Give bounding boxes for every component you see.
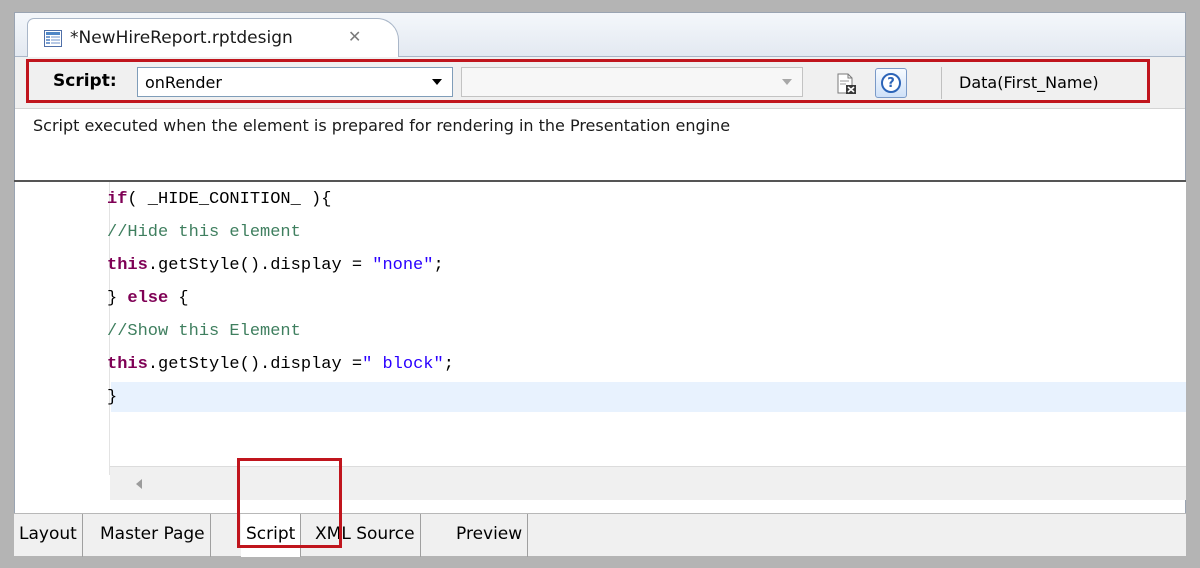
report-design-icon	[44, 30, 62, 47]
editor-tab-title: *NewHireReport.rptdesign	[70, 28, 293, 48]
editor-tab-strip: *NewHireReport.rptdesign ✕	[15, 13, 1185, 57]
code-line-2: //Hide this element	[107, 223, 301, 242]
code-line-1: if( _HIDE_CONITION_ ){	[107, 190, 332, 209]
close-icon[interactable]: ✕	[348, 27, 361, 46]
code-line-5: //Show this Element	[107, 322, 301, 341]
script-description: Script executed when the element is prep…	[33, 116, 731, 135]
code-line-7: }	[107, 388, 118, 407]
code-line-4: } else {	[107, 289, 189, 308]
page-tabs: Layout Master Page Script XML Source Pre…	[14, 513, 1186, 557]
tab-master-page[interactable]: Master Page	[95, 514, 211, 557]
script-tab-highlight-box	[237, 458, 342, 548]
current-line-highlight	[111, 382, 1186, 412]
code-line-6: this.getStyle().display =" block";	[107, 355, 454, 374]
editor-tab-newhirereport[interactable]: *NewHireReport.rptdesign ✕	[27, 18, 399, 57]
tab-preview[interactable]: Preview	[451, 514, 529, 557]
line-gutter	[76, 182, 110, 475]
scroll-left-icon[interactable]	[136, 479, 142, 489]
toolbar-highlight-box	[26, 59, 1150, 103]
code-line-3: this.getStyle().display = "none";	[107, 256, 444, 275]
tab-layout[interactable]: Layout	[14, 514, 83, 557]
